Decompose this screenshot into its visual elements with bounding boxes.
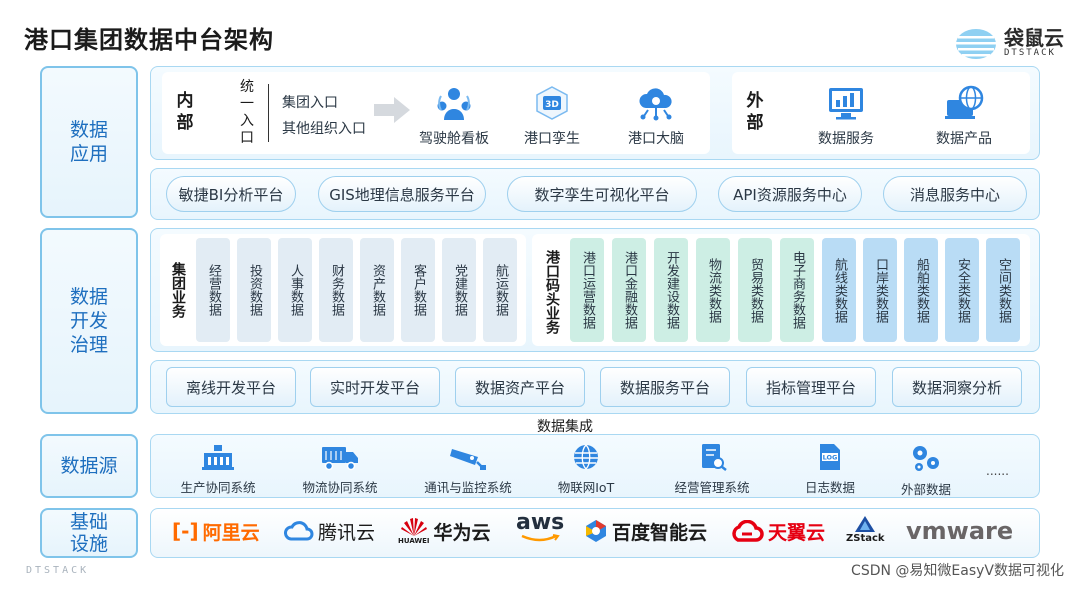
tool-realtime[interactable]: 实时开发平台: [310, 367, 440, 407]
data-cell[interactable]: 开发建设数据: [654, 238, 688, 342]
data-cell[interactable]: 贸易类数据: [738, 238, 772, 342]
arrow-right-icon: [374, 97, 410, 123]
svg-text:LOG: LOG: [823, 454, 838, 462]
platform-gis[interactable]: GIS地理信息服务平台: [318, 176, 486, 212]
entry-divider: [268, 84, 269, 142]
tianyi-logo-icon: [732, 520, 764, 542]
cloud-huawei: HUAWEI 华为云: [398, 516, 491, 546]
brand-logo: 袋鼠云 DTSTACK: [954, 24, 1064, 62]
footer-brand: DTSTACK: [26, 565, 90, 576]
globe-laptop-icon: [945, 85, 984, 119]
data-cell[interactable]: 物流类数据: [696, 238, 730, 342]
data-cell[interactable]: 空间类数据: [986, 238, 1020, 342]
tencent-logo-icon: [284, 521, 314, 541]
tool-offline[interactable]: 离线开发平台: [166, 367, 296, 407]
entry-other: 其他组织入口: [282, 121, 366, 137]
source-monitoring[interactable]: 通讯与监控系统: [412, 443, 524, 496]
source-external[interactable]: 外部数据: [892, 443, 960, 498]
team-icon: [437, 88, 471, 120]
tool-asset[interactable]: 数据资产平台: [455, 367, 585, 407]
layer-data-app: 数据 应用: [40, 66, 138, 218]
layer-infrastructure: 基础 设施: [40, 508, 138, 558]
external-label: 外 部: [746, 91, 764, 133]
integration-label: 数据集成: [537, 419, 593, 435]
huawei-logo-icon: [400, 518, 427, 536]
data-cell[interactable]: 航运数据: [483, 238, 517, 342]
data-cell[interactable]: 港口金融数据: [612, 238, 646, 342]
data-cell[interactable]: 安全类数据: [945, 238, 979, 342]
data-cell[interactable]: 船舶类数据: [904, 238, 938, 342]
dtstack-logo-icon: [956, 29, 996, 59]
source-log[interactable]: LOG 日志数据: [796, 443, 864, 496]
gears-icon: [913, 446, 939, 471]
group-business-head: 集团业务: [170, 262, 186, 318]
source-iot[interactable]: 物联网IoT: [544, 443, 628, 496]
data-cell[interactable]: 人事数据: [278, 238, 312, 342]
app-cockpit[interactable]: 驾驶舱看板: [414, 84, 494, 148]
platform-bi[interactable]: 敏捷BI分析平台: [166, 176, 296, 212]
monitor-chart-icon: [829, 88, 863, 120]
cloud-vmware: vmware: [906, 517, 1014, 545]
document-search-icon: [702, 444, 727, 471]
log-file-icon: LOG: [820, 444, 840, 470]
app-port-twin[interactable]: 3D 港口孪生: [512, 84, 592, 148]
source-management[interactable]: 经营管理系统: [664, 443, 760, 496]
aliyun-logo-icon: [-]: [172, 519, 199, 543]
data-cell[interactable]: 经营数据: [196, 238, 230, 342]
tool-service[interactable]: 数据服务平台: [600, 367, 730, 407]
zstack-logo-icon: [855, 515, 876, 532]
3d-cube-icon: 3D: [536, 86, 568, 120]
baidu-logo-icon: [586, 520, 606, 542]
platform-api[interactable]: API资源服务中心: [718, 176, 862, 212]
source-production[interactable]: 生产协同系统: [170, 443, 266, 496]
cloud-tianyi: 天翼云: [730, 516, 825, 546]
data-cell[interactable]: 财务数据: [319, 238, 353, 342]
page-title: 港口集团数据中台架构: [24, 26, 274, 54]
camera-icon: [450, 449, 486, 470]
unified-entry-label: 统 一 入 口: [240, 79, 254, 146]
footer-watermark: CSDN @易知微EasyV数据可视化: [851, 563, 1064, 579]
port-business-head: 港口码头业务: [544, 250, 560, 334]
data-cell[interactable]: 口岸类数据: [863, 238, 897, 342]
layer-data-source: 数据源: [40, 434, 138, 498]
truck-icon: [322, 447, 358, 471]
data-cell[interactable]: 客户数据: [401, 238, 435, 342]
brand-name-cn: 袋鼠云: [1004, 26, 1064, 50]
cloud-baidu: 百度智能云: [584, 516, 707, 546]
source-more: ......: [986, 464, 1009, 478]
data-cell[interactable]: 航线类数据: [822, 238, 856, 342]
source-logistics[interactable]: 物流协同系统: [292, 443, 388, 496]
aws-smile-icon: [521, 534, 560, 542]
cloud-aws: aws: [516, 512, 564, 542]
data-cell[interactable]: 电子商务数据: [780, 238, 814, 342]
app-data-product[interactable]: 数据产品: [924, 84, 1004, 148]
app-port-brain[interactable]: 港口大脑: [616, 84, 696, 148]
tool-metric[interactable]: 指标管理平台: [746, 367, 876, 407]
cloud-tencent: 腾讯云: [284, 516, 375, 546]
platform-twin[interactable]: 数字孪生可视化平台: [507, 176, 697, 212]
factory-icon: [202, 445, 234, 470]
cloud-aliyun: [-] 阿里云: [172, 519, 260, 544]
data-cell[interactable]: 港口运营数据: [570, 238, 604, 342]
internal-label: 内 部: [176, 91, 194, 133]
cloud-zstack: ZStack: [846, 514, 885, 544]
cloud-brain-icon: [639, 88, 672, 121]
app-data-service[interactable]: 数据服务: [806, 84, 886, 148]
data-cell[interactable]: 投资数据: [237, 238, 271, 342]
data-cell[interactable]: 资产数据: [360, 238, 394, 342]
iot-globe-icon: [574, 444, 598, 470]
tool-insight[interactable]: 数据洞察分析: [892, 367, 1022, 407]
svg-text:3D: 3D: [545, 100, 559, 110]
layer-data-dev: 数据 开发 治理: [40, 228, 138, 414]
brand-name-en: DTSTACK: [1004, 48, 1056, 58]
entry-group: 集团入口: [282, 95, 338, 111]
platform-message[interactable]: 消息服务中心: [883, 176, 1027, 212]
data-cell[interactable]: 党建数据: [442, 238, 476, 342]
